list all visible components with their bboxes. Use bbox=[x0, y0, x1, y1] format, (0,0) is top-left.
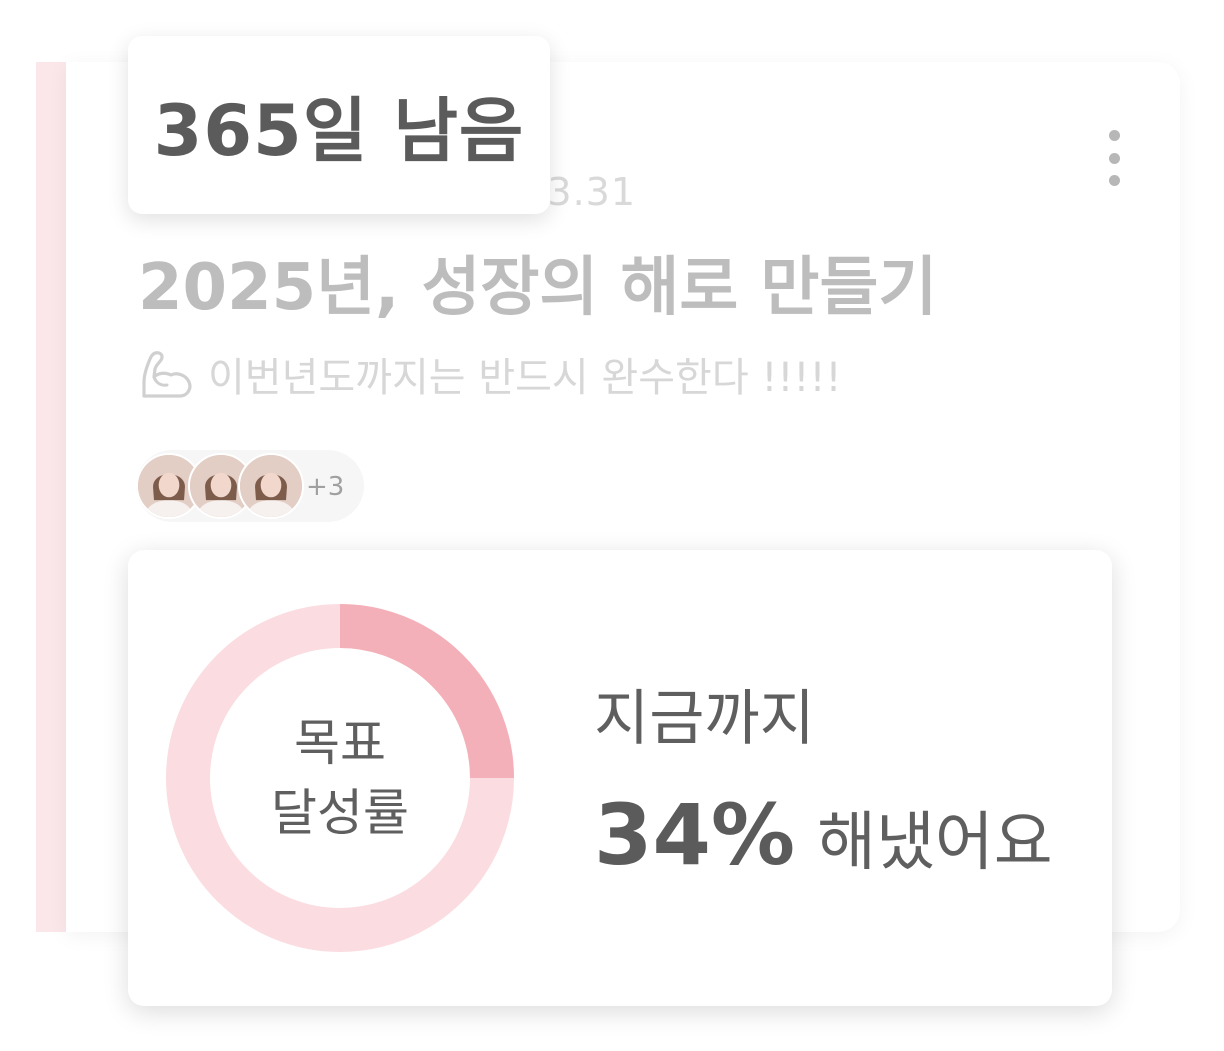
flexed-arm-icon bbox=[142, 351, 192, 398]
dday-label: 365일 남음 bbox=[153, 89, 525, 172]
goal-motto: 이번년도까지는 반드시 완수한다 !!!!! bbox=[136, 344, 842, 404]
member-avatars[interactable]: +3 bbox=[136, 450, 364, 522]
more-vertical-icon-dot bbox=[1108, 175, 1120, 186]
member-extra-count: +3 bbox=[306, 472, 345, 502]
achievement-donut-chart: 목표 달성률 bbox=[164, 602, 516, 954]
donut-label-line1: 목표 bbox=[294, 714, 386, 772]
more-vertical-icon-dot bbox=[1108, 152, 1120, 164]
achievement-percent: 34% bbox=[594, 786, 796, 884]
goal-title: 2025년, 성장의 해로 만들기 bbox=[138, 251, 938, 325]
goal-accent-bar bbox=[36, 62, 66, 932]
goal-motto-text: 이번년도까지는 반드시 완수한다 !!!!! bbox=[208, 355, 842, 401]
donut-label-line2: 달성률 bbox=[271, 784, 409, 842]
member-avatar bbox=[238, 453, 304, 519]
more-vertical-icon bbox=[1108, 130, 1120, 141]
so-far-label: 지금까지 bbox=[594, 684, 815, 754]
achievement-suffix: 해냈어요 bbox=[817, 806, 1053, 880]
more-options-button[interactable] bbox=[1100, 128, 1128, 188]
donut-center-label: 목표 달성률 bbox=[164, 602, 516, 954]
dday-badge: 365일 남음 bbox=[128, 36, 550, 214]
achievement-result: 34% 해냈어요 bbox=[594, 786, 1053, 884]
achievement-card: 목표 달성률 지금까지 34% 해냈어요 bbox=[128, 550, 1112, 1006]
